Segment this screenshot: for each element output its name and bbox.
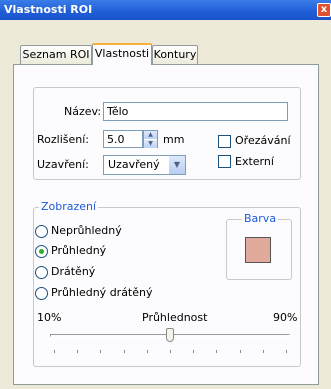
slider-tick xyxy=(170,350,171,353)
radio-wireframe[interactable] xyxy=(35,266,48,279)
tab-seznam-roi[interactable]: Seznam ROI xyxy=(20,45,92,65)
slider-tick xyxy=(239,350,241,353)
slider-tick xyxy=(216,350,218,353)
external-label[interactable]: Externí xyxy=(235,155,274,168)
transparency-slider-thumb[interactable] xyxy=(166,328,174,342)
closing-select[interactable]: Uzavřený ▼ xyxy=(103,155,186,175)
external-checkbox[interactable] xyxy=(218,155,231,168)
spin-up-icon[interactable]: ▲ xyxy=(144,131,157,140)
resolution-spinner[interactable]: ▲ ▼ xyxy=(143,130,158,149)
slider-tick xyxy=(286,350,287,353)
color-legend: Barva xyxy=(242,212,279,225)
resolution-unit: mm xyxy=(163,133,185,146)
resolution-input[interactable]: 5.0 xyxy=(103,130,143,148)
transparency-max-label: 90% xyxy=(273,311,298,324)
closing-select-value: Uzavřený xyxy=(108,158,160,171)
clipping-checkbox[interactable] xyxy=(218,135,231,148)
transparency-label: Průhlednost xyxy=(142,311,208,324)
tab-label: Seznam ROI xyxy=(22,48,90,61)
resolution-label: Rozlišení: xyxy=(37,133,89,146)
transparency-min-label: 10% xyxy=(37,311,62,324)
radio-opaque-label[interactable]: Neprůhledný xyxy=(51,224,122,237)
radio-transparent-wireframe[interactable] xyxy=(35,287,48,300)
radio-transparent[interactable] xyxy=(35,245,48,258)
title-bar: Vlastnosti ROI x xyxy=(0,0,331,20)
tab-vlastnosti[interactable]: Vlastnosti xyxy=(92,43,152,65)
name-label: Název: xyxy=(64,105,102,118)
color-swatch[interactable] xyxy=(245,237,271,263)
display-legend: Zobrazení xyxy=(39,200,99,213)
close-button[interactable]: x xyxy=(317,3,331,17)
closing-label: Uzavření: xyxy=(37,158,89,171)
name-input[interactable]: Tělo xyxy=(103,102,288,121)
clipping-label[interactable]: Ořezávání xyxy=(235,134,291,147)
slider-tick xyxy=(77,350,79,353)
window-title: Vlastnosti ROI xyxy=(4,3,93,16)
spin-down-icon[interactable]: ▼ xyxy=(144,140,157,149)
slider-tick xyxy=(262,350,264,353)
tab-label: Kontury xyxy=(153,48,197,61)
radio-opaque[interactable] xyxy=(35,225,48,238)
tab-kontury[interactable]: Kontury xyxy=(152,45,198,65)
tab-label: Vlastnosti xyxy=(94,47,150,60)
radio-transparent-wireframe-label[interactable]: Průhledný drátěný xyxy=(51,286,153,299)
radio-transparent-label[interactable]: Průhledný xyxy=(51,244,106,257)
slider-tick xyxy=(193,350,195,353)
name-input-value: Tělo xyxy=(107,105,129,118)
slider-tick xyxy=(54,350,55,353)
slider-tick xyxy=(123,350,125,353)
radio-wireframe-label[interactable]: Drátěný xyxy=(51,265,95,278)
slider-tick xyxy=(100,350,102,353)
resolution-input-value: 5.0 xyxy=(107,133,125,146)
slider-tick xyxy=(146,350,148,353)
chevron-down-icon[interactable]: ▼ xyxy=(169,156,185,174)
